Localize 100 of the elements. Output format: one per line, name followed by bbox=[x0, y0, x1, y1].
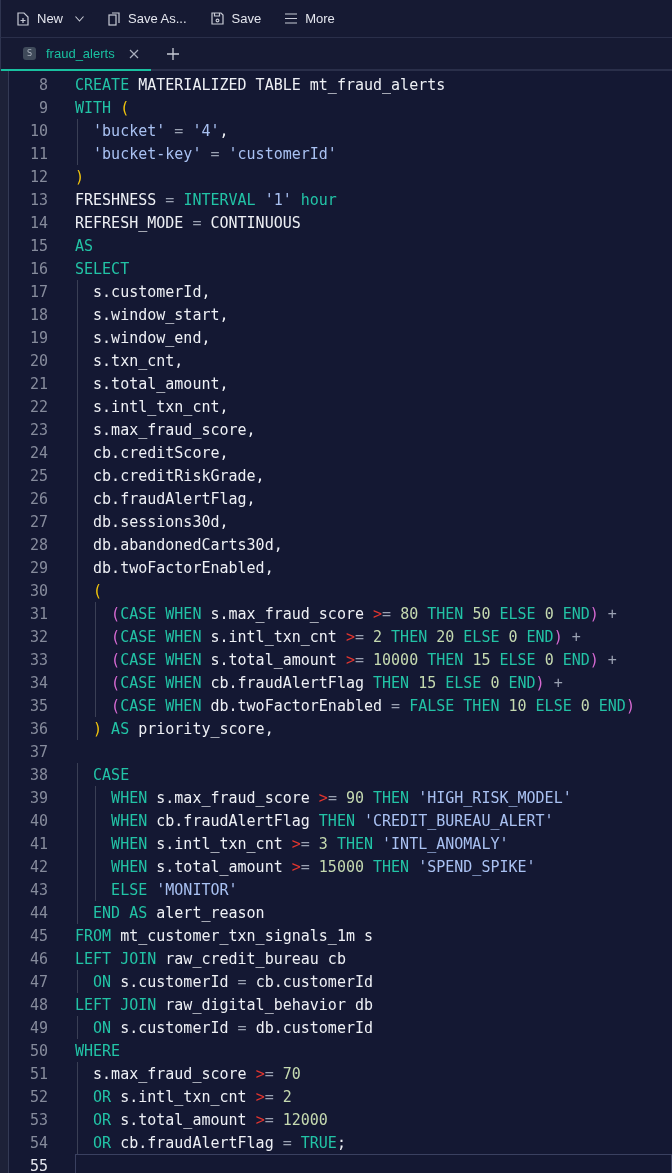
code-line: s.window_start, bbox=[92, 305, 229, 324]
line-number: 21 bbox=[28, 374, 48, 393]
line-number: 41 bbox=[28, 834, 48, 853]
code-line: LEFT JOIN raw_digital_behavior db bbox=[75, 995, 374, 1014]
chevron-down-icon[interactable] bbox=[75, 15, 84, 22]
file-badge: S bbox=[23, 47, 36, 60]
code-line: REFRESH_MODE = CONTINUOUS bbox=[75, 213, 301, 232]
code-line: OR s.total_amount >= 12000 bbox=[92, 1110, 328, 1129]
line-number: 34 bbox=[28, 673, 48, 692]
code-line: ) AS priority_score, bbox=[92, 719, 274, 738]
code-line: FROM mt_customer_txn_signals_1m s bbox=[75, 926, 374, 945]
line-number: 19 bbox=[28, 328, 48, 347]
line-number: 47 bbox=[28, 972, 48, 991]
code-line: WHEN cb.fraudAlertFlag THEN 'CREDIT_BUREAU_ALERT' bbox=[110, 811, 554, 830]
line-number: 33 bbox=[28, 650, 48, 669]
code-line: s.customerId, bbox=[92, 282, 211, 301]
line-number: 37 bbox=[28, 742, 48, 761]
line-number: 16 bbox=[28, 259, 48, 278]
line-number: 50 bbox=[28, 1041, 48, 1060]
code-line: db.twoFactorEnabled, bbox=[92, 558, 274, 577]
copy-icon bbox=[108, 11, 120, 26]
line-number: 9 bbox=[37, 98, 48, 117]
toolbar-button[interactable]: Save As... bbox=[100, 7, 195, 30]
line-number: 28 bbox=[28, 535, 48, 554]
line-number: 23 bbox=[28, 420, 48, 439]
line-number: 14 bbox=[28, 213, 48, 232]
code-line: cb.creditScore, bbox=[92, 443, 229, 462]
line-number: 25 bbox=[28, 466, 48, 485]
toolbar-button[interactable]: New bbox=[9, 7, 92, 30]
line-number: 15 bbox=[28, 236, 48, 255]
close-icon[interactable] bbox=[128, 48, 139, 59]
code-line: ON s.customerId = cb.customerId bbox=[92, 972, 374, 991]
code-line: ON s.customerId = db.customerId bbox=[92, 1018, 374, 1037]
line-number: 30 bbox=[28, 581, 48, 600]
code-line: s.max_fraud_score, bbox=[92, 420, 256, 439]
line-number: 12 bbox=[28, 167, 48, 186]
code-line: WITH ( bbox=[75, 98, 130, 117]
line-number: 43 bbox=[28, 880, 48, 899]
code-line: (CASE WHEN s.intl_txn_cnt >= 2 THEN 20 ELSE 0 END) + bbox=[110, 627, 581, 646]
toolbar-button[interactable]: More bbox=[277, 7, 343, 30]
line-number: 13 bbox=[28, 190, 48, 209]
code-line: cb.fraudAlertFlag, bbox=[92, 489, 256, 508]
code-line: SELECT bbox=[75, 259, 130, 278]
code-line: ) bbox=[75, 167, 85, 186]
line-number: 8 bbox=[37, 75, 48, 94]
line-number: 39 bbox=[28, 788, 48, 807]
line-number: 26 bbox=[28, 489, 48, 508]
line-number: 22 bbox=[28, 397, 48, 416]
line-number: 44 bbox=[28, 903, 48, 922]
code-line: END AS alert_reason bbox=[92, 903, 265, 922]
code-line: WHERE bbox=[75, 1041, 121, 1060]
line-number: 52 bbox=[28, 1087, 48, 1106]
line-number: 49 bbox=[28, 1018, 48, 1037]
toolbar-button[interactable]: Save bbox=[202, 7, 270, 30]
line-number: 54 bbox=[28, 1133, 48, 1152]
line-number: 42 bbox=[28, 857, 48, 876]
line-number: 53 bbox=[28, 1110, 48, 1129]
new-file-icon bbox=[17, 11, 29, 26]
line-number: 32 bbox=[28, 627, 48, 646]
line-number: 48 bbox=[28, 995, 48, 1014]
code-line: WHEN s.max_fraud_score >= 90 THEN 'HIGH_RISK_MODEL' bbox=[110, 788, 572, 807]
editor-tab[interactable]: S fraud_alerts bbox=[1, 38, 151, 71]
code-line: CREATE MATERIALIZED TABLE mt_fraud_alerts bbox=[75, 75, 446, 94]
code-line: s.window_end, bbox=[92, 328, 211, 347]
menu-icon bbox=[285, 13, 298, 24]
line-number: 17 bbox=[28, 282, 48, 301]
line-number: 55 bbox=[28, 1156, 48, 1173]
code-line: db.sessions30d, bbox=[92, 512, 229, 531]
line-number: 18 bbox=[28, 305, 48, 324]
code-line: WHEN s.total_amount >= 15000 THEN 'SPEND_SPIKE' bbox=[110, 857, 536, 876]
code-line: s.txn_cnt, bbox=[92, 351, 184, 370]
line-number: 36 bbox=[28, 719, 48, 738]
code-line: 'bucket-key' = 'customerId' bbox=[92, 144, 337, 163]
code-line: 'bucket' = '4', bbox=[92, 121, 229, 140]
code-line: s.max_fraud_score >= 70 bbox=[92, 1064, 301, 1083]
save-icon bbox=[210, 12, 224, 25]
code-line: s.total_amount, bbox=[92, 374, 229, 393]
line-number: 10 bbox=[28, 121, 48, 140]
code-line: ELSE 'MONITOR' bbox=[110, 880, 238, 899]
code-line: (CASE WHEN db.twoFactorEnabled = FALSE THEN 10 ELSE 0 END) bbox=[110, 696, 635, 715]
line-number: 45 bbox=[28, 926, 48, 945]
code-line: ( bbox=[92, 581, 103, 600]
line-number: 20 bbox=[28, 351, 48, 370]
code-line: WHEN s.intl_txn_cnt >= 3 THEN 'INTL_ANOMALY' bbox=[110, 834, 509, 853]
line-number: 35 bbox=[28, 696, 48, 715]
line-number: 46 bbox=[28, 949, 48, 968]
code-line: cb.creditRiskGrade, bbox=[92, 466, 265, 485]
code-line: db.abandonedCarts30d, bbox=[92, 535, 283, 554]
code-line: (CASE WHEN s.total_amount >= 10000 THEN 15 ELSE 0 END) + bbox=[110, 650, 617, 669]
code-line: (CASE WHEN s.max_fraud_score >= 80 THEN 50 ELSE 0 END) + bbox=[110, 604, 617, 623]
code-line: FRESHNESS = INTERVAL '1' hour bbox=[75, 190, 337, 209]
add-tab-icon[interactable] bbox=[166, 47, 179, 60]
code-line: CASE bbox=[92, 765, 130, 784]
line-number: 29 bbox=[28, 558, 48, 577]
line-number: 24 bbox=[28, 443, 48, 462]
code-line: OR s.intl_txn_cnt >= 2 bbox=[92, 1087, 292, 1106]
code-line: LEFT JOIN raw_credit_bureau cb bbox=[75, 949, 346, 968]
line-number: 40 bbox=[28, 811, 48, 830]
line-number: 11 bbox=[28, 144, 48, 163]
code-line: (CASE WHEN cb.fraudAlertFlag THEN 15 ELSE 0 END) + bbox=[110, 673, 563, 692]
